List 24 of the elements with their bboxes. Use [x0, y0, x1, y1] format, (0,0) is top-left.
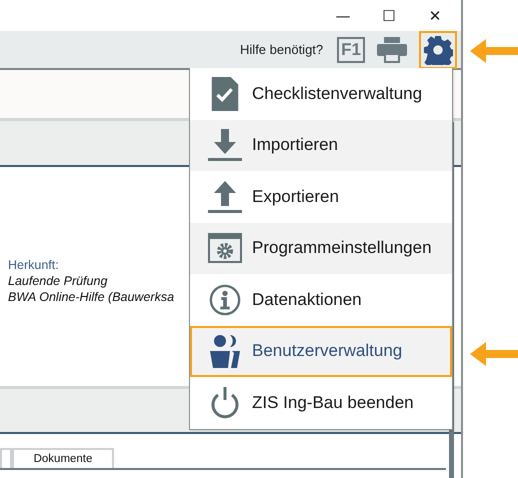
menu-item[interactable]: Datenaktionen [190, 274, 452, 326]
origin-value: BWA Online-Hilfe (Bauwerksa [8, 290, 174, 304]
printer-icon[interactable] [377, 36, 407, 62]
close-button[interactable]: ✕ [423, 6, 447, 24]
users-icon [208, 334, 242, 368]
info-icon [208, 284, 242, 316]
menu-item[interactable]: Importieren [190, 120, 452, 171]
maximize-button[interactable]: ☐ [377, 6, 401, 24]
menu-item[interactable]: Benutzerverwaltung [190, 326, 452, 377]
arrow-icon [470, 342, 518, 366]
menu-item[interactable]: Programmeinstellungen [190, 222, 452, 274]
help-text: Hilfe benötigt? [240, 42, 324, 57]
origin-label: Herkunft: [8, 258, 60, 272]
menu-item[interactable]: ZIS Ing-Bau beenden [190, 377, 452, 428]
menu-item[interactable]: Exportieren [190, 171, 452, 222]
download-icon [208, 129, 242, 162]
arrow-icon [470, 39, 518, 63]
settings-button[interactable] [419, 30, 457, 68]
upload-icon [208, 180, 242, 213]
f1-button[interactable]: F1 [337, 36, 365, 62]
tab[interactable]: Dokumente [12, 448, 114, 468]
minimize-button[interactable]: — [331, 6, 355, 24]
settings-window-icon [208, 233, 242, 264]
origin-value: Laufende Prüfung [8, 274, 108, 288]
